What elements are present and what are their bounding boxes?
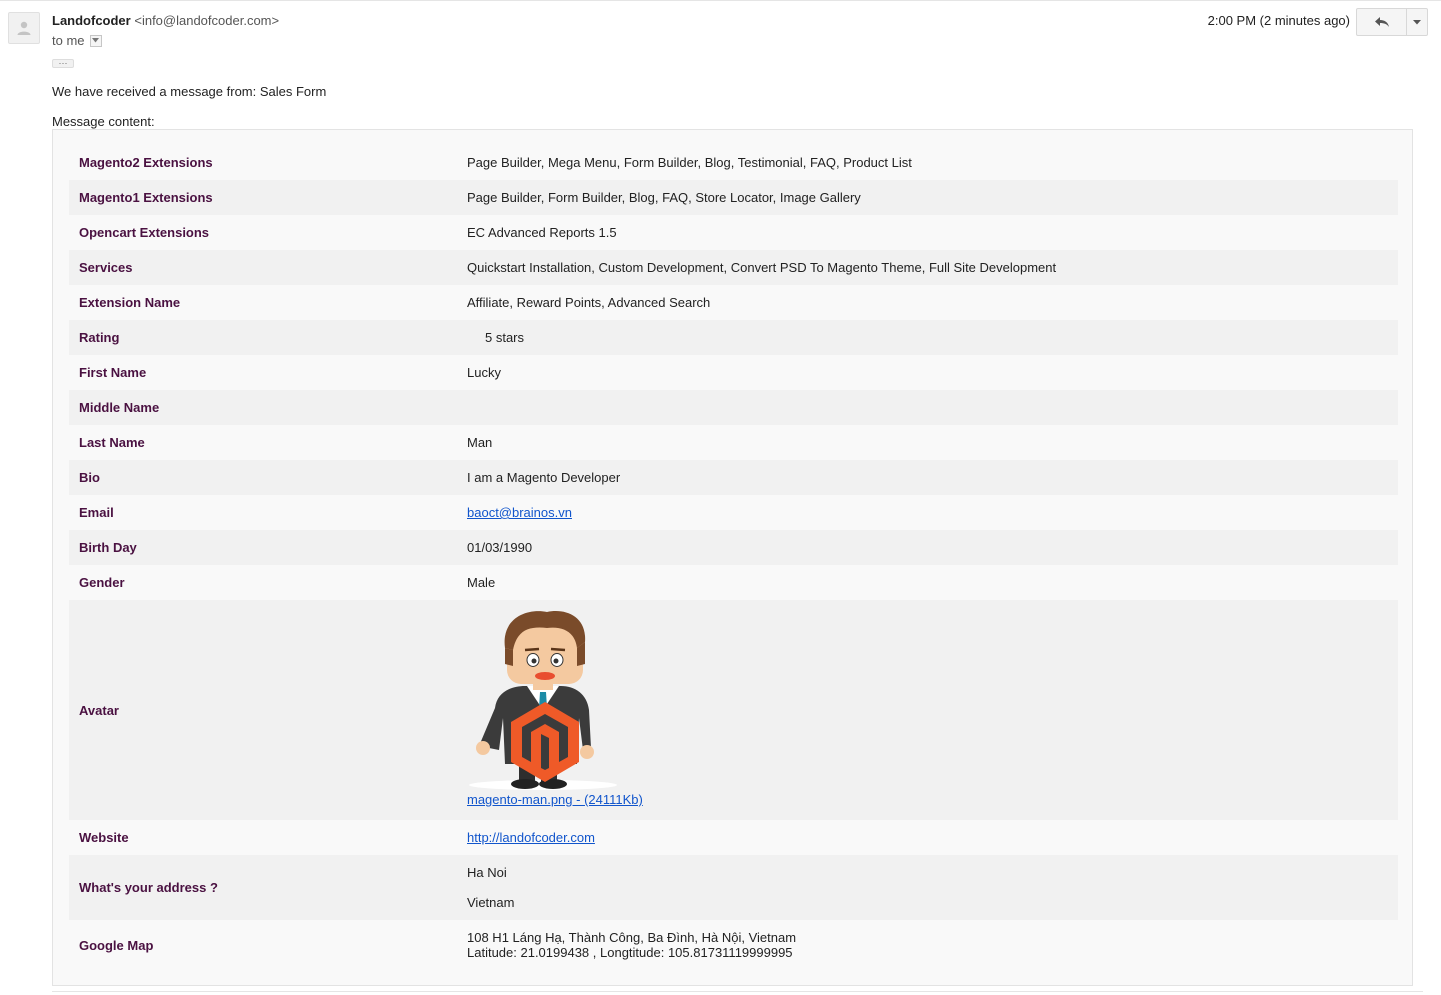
field-row-rating: Rating 5 stars bbox=[69, 320, 1398, 355]
header-divider bbox=[0, 0, 1441, 1]
field-value: Male bbox=[467, 575, 496, 590]
field-label: Extension Name bbox=[79, 295, 181, 310]
field-value: Lucky bbox=[467, 365, 501, 380]
recipient-text: to me bbox=[52, 33, 85, 48]
email-link[interactable]: baoct@brainos.vn bbox=[467, 505, 572, 520]
field-value: EC Advanced Reports 1.5 bbox=[467, 225, 617, 240]
field-value: Affiliate, Reward Points, Advanced Searc… bbox=[467, 295, 711, 310]
field-label: What's your address ? bbox=[79, 880, 218, 895]
field-value: 108 H1 Láng Hạ, Thành Công, Ba Đình, Hà … bbox=[467, 920, 1398, 970]
field-label: Gender bbox=[79, 575, 125, 590]
recipient-details-button[interactable] bbox=[89, 34, 102, 47]
caret-down-icon bbox=[1413, 19, 1421, 24]
field-value: 01/03/1990 bbox=[467, 540, 533, 555]
field-row-avatar: Avatar magento-man.png - (24111Kb) bbox=[69, 600, 1398, 820]
field-row-magento2: Magento2 Extensions Page Builder, Mega M… bbox=[69, 145, 1398, 180]
field-value: baoct@brainos.vn bbox=[467, 495, 1398, 530]
field-table: Magento2 Extensions Page Builder, Mega M… bbox=[69, 145, 1398, 970]
field-value: magento-man.png - (24111Kb) bbox=[467, 600, 1398, 820]
message-content-label: Message content: bbox=[52, 114, 155, 129]
field-row-last-name: Last Name Man bbox=[69, 425, 1398, 460]
field-row-opencart: Opencart Extensions EC Advanced Reports … bbox=[69, 215, 1398, 250]
field-row-birth-day: Birth Day 01/03/1990 bbox=[69, 530, 1398, 565]
avatar-attachment-link[interactable]: magento-man.png - (24111Kb) bbox=[467, 792, 643, 807]
field-label: Opencart Extensions bbox=[79, 225, 210, 240]
field-label: Middle Name bbox=[79, 400, 160, 415]
show-trimmed-content-button[interactable]: ··· bbox=[52, 59, 74, 68]
field-value: http://landofcoder.com bbox=[467, 820, 1398, 855]
person-icon bbox=[17, 21, 31, 35]
map-coordinates: Latitude: 21.0199438 , Longtitude: 105.8… bbox=[467, 945, 793, 960]
field-value: Page Builder, Form Builder, Blog, FAQ, S… bbox=[467, 190, 861, 205]
field-label: Rating bbox=[79, 330, 120, 345]
field-value: Ha Noi Vietnam bbox=[467, 855, 1398, 920]
field-label: Services bbox=[79, 260, 133, 275]
field-value: Page Builder, Mega Menu, Form Builder, B… bbox=[467, 155, 912, 170]
field-row-extension-name: Extension Name Affiliate, Reward Points,… bbox=[69, 285, 1398, 320]
sender-name[interactable]: Landofcoder bbox=[52, 13, 131, 28]
field-row-middle-name: Middle Name bbox=[69, 390, 1398, 425]
field-row-gender: Gender Male bbox=[69, 565, 1398, 600]
field-label: Last Name bbox=[79, 435, 145, 450]
field-row-bio: Bio I am a Magento Developer bbox=[69, 460, 1398, 495]
sender-avatar[interactable] bbox=[8, 12, 40, 44]
field-value: 5 stars bbox=[485, 330, 525, 345]
timestamp: 2:00 PM (2 minutes ago) bbox=[1207, 13, 1350, 28]
field-label: Birth Day bbox=[79, 540, 137, 555]
field-value bbox=[467, 390, 1398, 425]
more-options-button[interactable] bbox=[1407, 9, 1427, 35]
magento-man-image[interactable] bbox=[467, 608, 619, 790]
recipient-line: to me bbox=[52, 33, 102, 48]
field-label: Magento1 Extensions bbox=[79, 190, 213, 205]
field-label: Email bbox=[79, 505, 114, 520]
field-row-address: What's your address ? Ha Noi Vietnam bbox=[69, 855, 1398, 920]
caret-down-icon bbox=[92, 38, 100, 43]
reply-arrow-icon bbox=[1374, 17, 1389, 27]
field-row-website: Website http://landofcoder.com bbox=[69, 820, 1398, 855]
field-label: Avatar bbox=[79, 702, 119, 718]
field-label: Bio bbox=[79, 470, 100, 485]
field-row-first-name: First Name Lucky bbox=[69, 355, 1398, 390]
message-content-panel: Magento2 Extensions Page Builder, Mega M… bbox=[52, 129, 1413, 986]
field-value: I am a Magento Developer bbox=[467, 470, 621, 485]
message-intro: We have received a message from: Sales F… bbox=[52, 84, 327, 99]
field-label: Website bbox=[79, 830, 129, 845]
field-label: First Name bbox=[79, 365, 147, 380]
sender-line: Landofcoder <info@landofcoder.com> bbox=[52, 13, 279, 28]
field-value: Quickstart Installation, Custom Developm… bbox=[467, 260, 1057, 275]
footer-divider bbox=[52, 991, 1423, 992]
field-row-magento1: Magento1 Extensions Page Builder, Form B… bbox=[69, 180, 1398, 215]
sender-email: <info@landofcoder.com> bbox=[134, 13, 280, 28]
field-label: Google Map bbox=[79, 937, 154, 953]
field-label: Magento2 Extensions bbox=[79, 155, 213, 170]
address-line-1: Ha Noi bbox=[467, 865, 507, 880]
reply-button[interactable] bbox=[1357, 9, 1407, 35]
reply-button-group bbox=[1356, 8, 1428, 36]
field-row-google-map: Google Map 108 H1 Láng Hạ, Thành Công, B… bbox=[69, 920, 1398, 970]
field-row-services: Services Quickstart Installation, Custom… bbox=[69, 250, 1398, 285]
field-value: Man bbox=[467, 435, 493, 450]
map-address: 108 H1 Láng Hạ, Thành Công, Ba Đình, Hà … bbox=[467, 930, 797, 945]
website-link[interactable]: http://landofcoder.com bbox=[467, 830, 595, 845]
address-line-2: Vietnam bbox=[467, 895, 515, 910]
field-row-email: Email baoct@brainos.vn bbox=[69, 495, 1398, 530]
